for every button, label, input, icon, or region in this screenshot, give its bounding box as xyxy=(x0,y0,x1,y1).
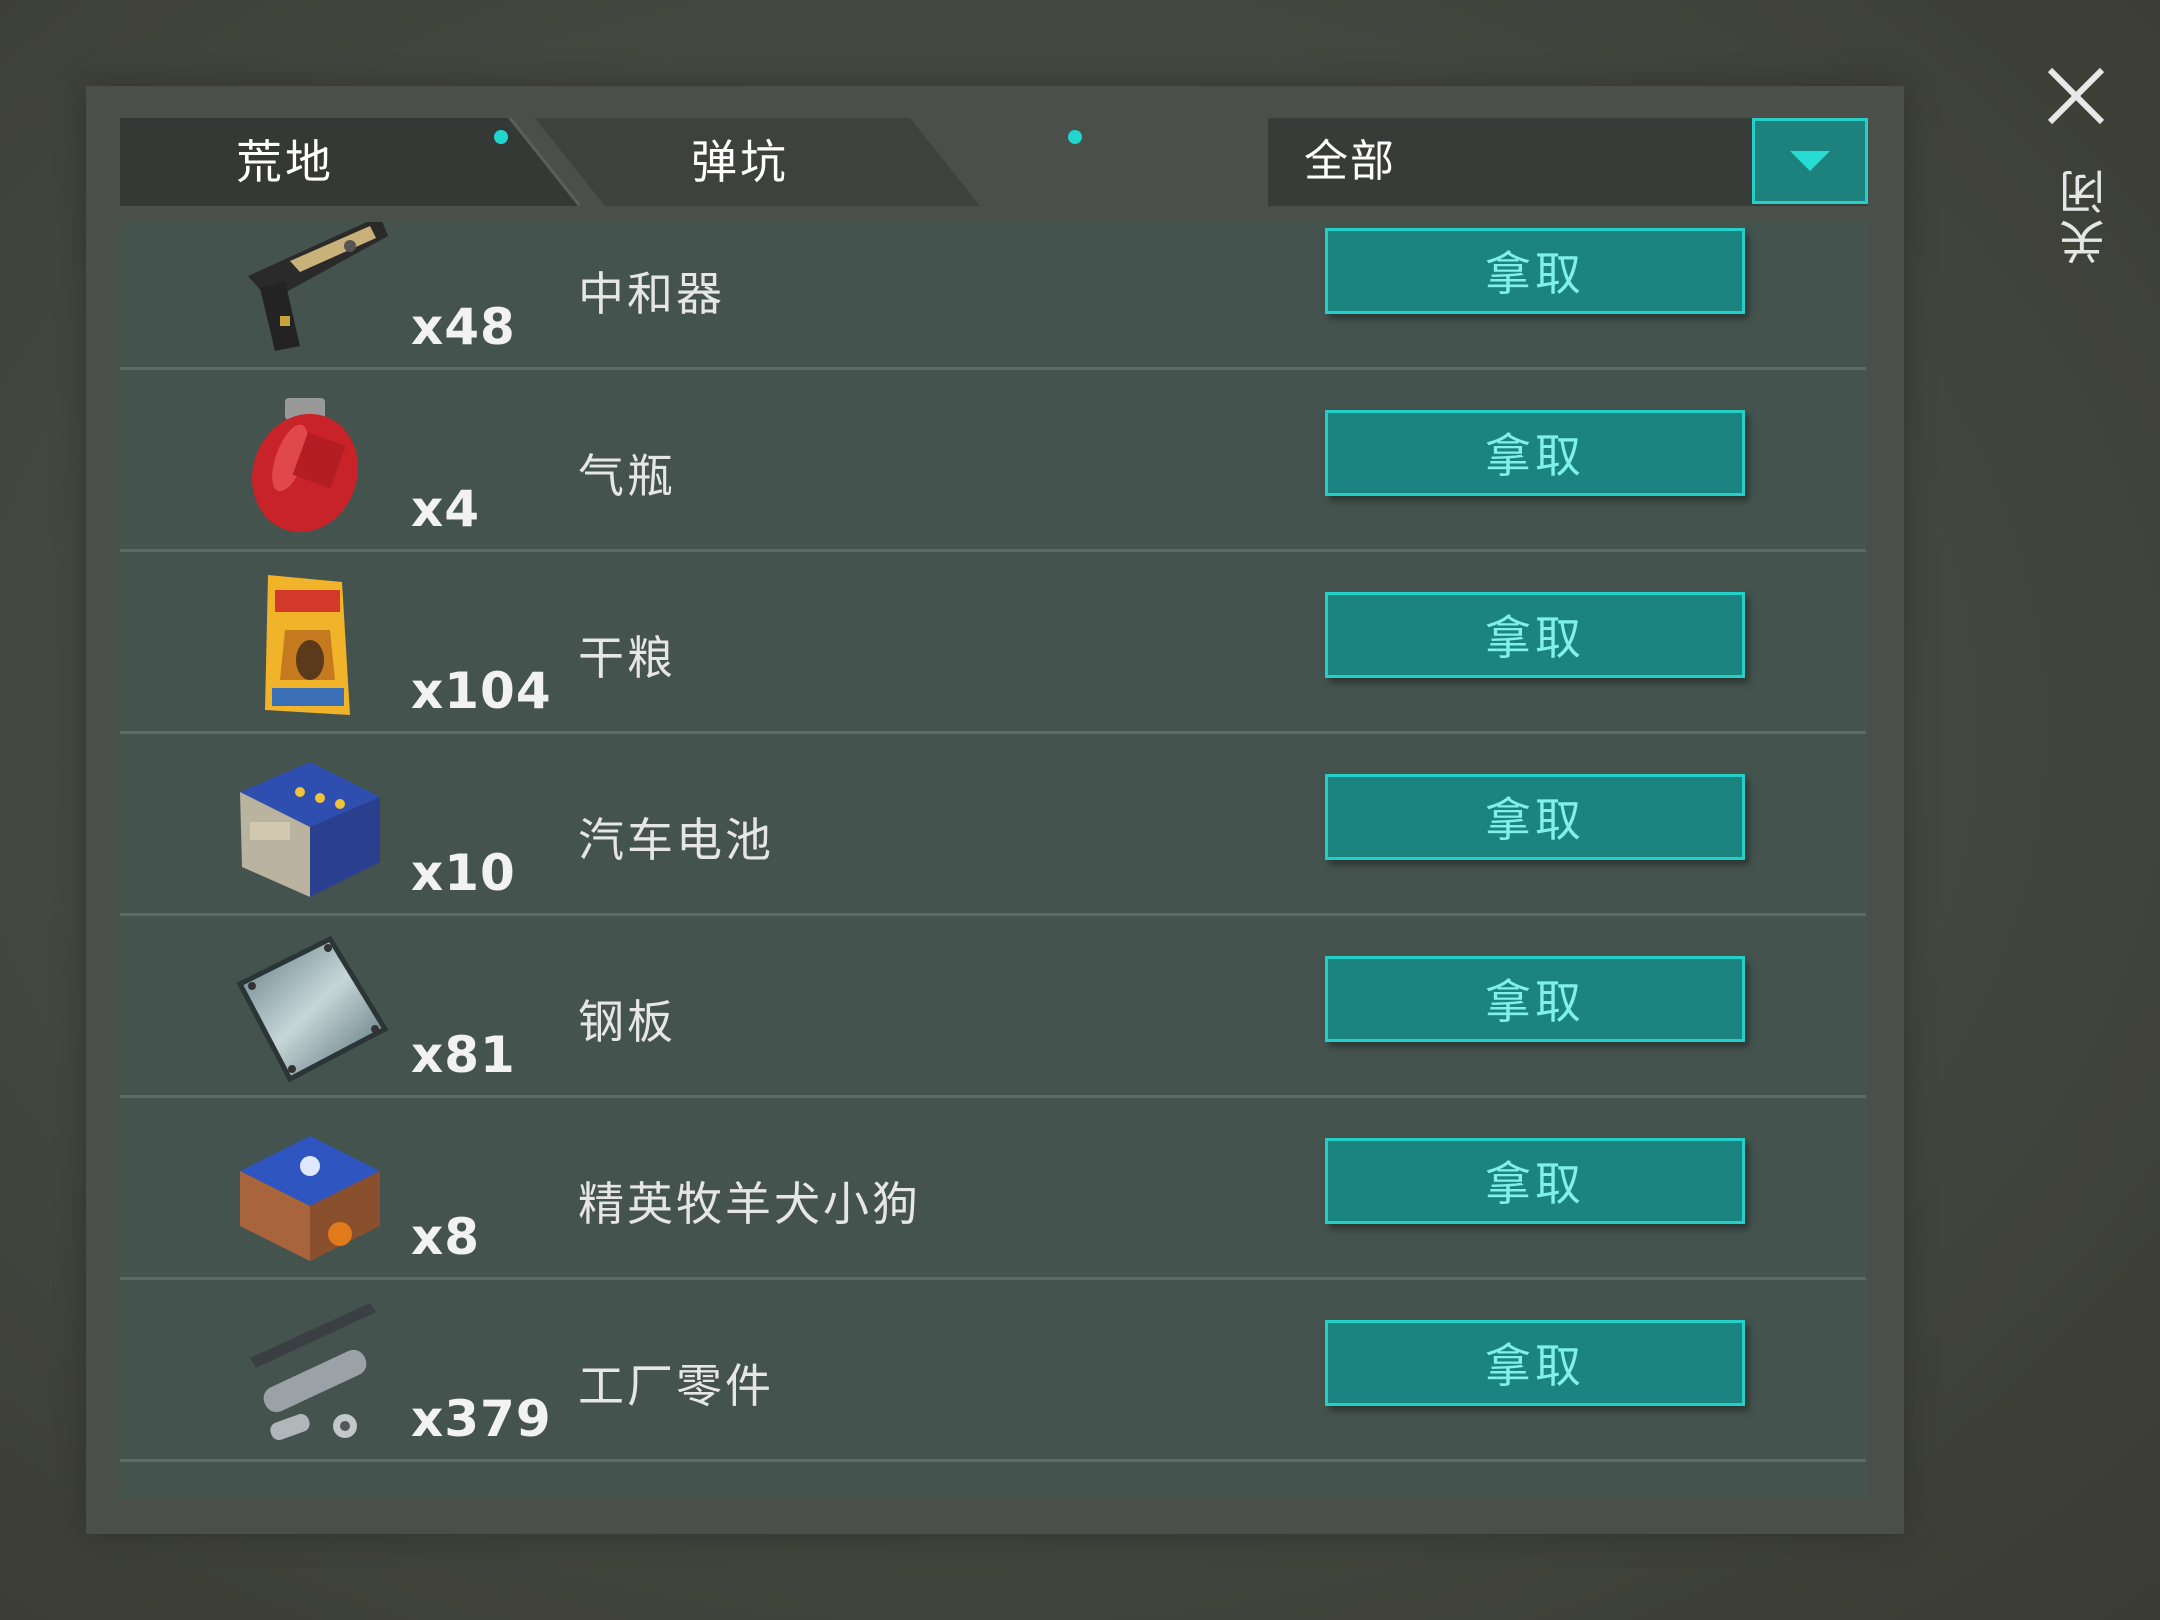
item-quantity: x10 xyxy=(411,844,516,902)
steel-plate-icon xyxy=(230,934,390,1084)
take-button[interactable]: 拿取 xyxy=(1325,228,1745,314)
notification-dot xyxy=(1068,130,1082,144)
close-button-label[interactable]: 关闭 xyxy=(2052,165,2112,265)
filter-dropdown[interactable]: 全部 xyxy=(1268,118,1868,206)
factory-parts-icon xyxy=(230,1298,390,1448)
dog-food-bag-icon xyxy=(230,570,390,720)
chevron-down-icon xyxy=(1790,151,1830,171)
list-item: x104 干粮 拿取 xyxy=(120,552,1866,734)
take-button[interactable]: 拿取 xyxy=(1325,1138,1745,1224)
item-name: 中和器 xyxy=(578,267,725,321)
list-item: x379 工厂零件 拿取 xyxy=(120,1280,1866,1462)
item-quantity: x104 xyxy=(411,662,552,720)
item-quantity: x379 xyxy=(411,1390,552,1448)
take-button[interactable]: 拿取 xyxy=(1325,774,1745,860)
item-name: 钢板 xyxy=(578,995,676,1049)
item-quantity: x4 xyxy=(411,480,481,538)
list-item: x4 气瓶 拿取 xyxy=(120,370,1866,552)
notification-dot xyxy=(494,130,508,144)
puppy-crate-icon xyxy=(230,1116,390,1266)
take-button[interactable]: 拿取 xyxy=(1325,410,1745,496)
item-quantity: x48 xyxy=(411,298,516,356)
take-button[interactable]: 拿取 xyxy=(1325,1320,1745,1406)
item-list[interactable]: x10 x48 中和器 拿取 xyxy=(120,222,1866,1500)
filter-selected: 全部 xyxy=(1304,136,1396,187)
pistol-icon xyxy=(230,222,390,356)
take-button[interactable]: 拿取 xyxy=(1325,592,1745,678)
item-name: 干粮 xyxy=(578,631,676,685)
tab-crater[interactable]: 弹坑 xyxy=(535,118,1082,206)
item-quantity: x8 xyxy=(411,1208,481,1266)
item-quantity: x81 xyxy=(411,1026,516,1084)
item-name: 精英牧羊犬小狗 xyxy=(578,1177,921,1231)
tab-wasteland[interactable]: 荒地 xyxy=(120,118,580,206)
item-name: 工厂零件 xyxy=(578,1359,774,1413)
item-name: 汽车电池 xyxy=(578,813,774,867)
gas-cylinder-icon xyxy=(230,388,390,538)
car-battery-icon xyxy=(230,752,390,902)
dropdown-toggle-button[interactable] xyxy=(1752,118,1868,204)
item-name: 气瓶 xyxy=(578,449,676,503)
list-item: x48 中和器 拿取 xyxy=(120,222,1866,370)
list-item: x10 汽车电池 拿取 xyxy=(120,734,1866,916)
take-button[interactable]: 拿取 xyxy=(1325,956,1745,1042)
close-icon[interactable] xyxy=(2044,64,2108,128)
list-item: x81 钢板 拿取 xyxy=(120,916,1866,1098)
tab-label: 荒地 xyxy=(236,135,334,189)
tab-label: 弹坑 xyxy=(691,135,789,189)
list-item: x8 精英牧羊犬小狗 拿取 xyxy=(120,1098,1866,1280)
